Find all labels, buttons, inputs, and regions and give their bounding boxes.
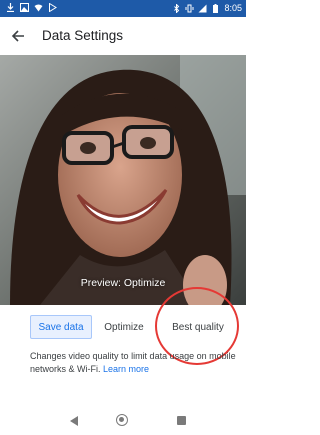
- clock: 8:05: [224, 3, 242, 13]
- wifi-settings-icon: [34, 3, 43, 12]
- learn-more-link[interactable]: Learn more: [103, 364, 149, 374]
- status-bar: 8:05: [0, 0, 246, 17]
- nav-back-icon[interactable]: [70, 416, 78, 426]
- tab-optimize[interactable]: Optimize: [92, 315, 156, 339]
- preview-label: Preview: Optimize: [80, 277, 166, 289]
- tab-save-data[interactable]: Save data: [30, 315, 92, 339]
- play-store-icon: [48, 2, 57, 13]
- image-icon: [20, 3, 29, 12]
- nav-home-icon[interactable]: [116, 414, 128, 426]
- back-arrow-icon[interactable]: [6, 24, 30, 48]
- description: Changes video quality to limit data usag…: [30, 350, 240, 376]
- download-icon: [6, 3, 15, 13]
- nav-recents-icon[interactable]: [177, 416, 186, 425]
- signal-icon: [198, 4, 207, 13]
- video-preview: Preview: Optimize: [0, 55, 246, 305]
- preview-image: [0, 55, 246, 305]
- page-title: Data Settings: [42, 28, 124, 43]
- notification-icons: [6, 2, 57, 13]
- app-bar: Data Settings: [0, 17, 246, 55]
- bluetooth-icon: [172, 2, 181, 14]
- vibrate-icon: [185, 4, 194, 13]
- navigation-bar: [0, 410, 246, 435]
- battery-icon: [211, 3, 220, 13]
- system-icons: 8:05: [172, 2, 242, 14]
